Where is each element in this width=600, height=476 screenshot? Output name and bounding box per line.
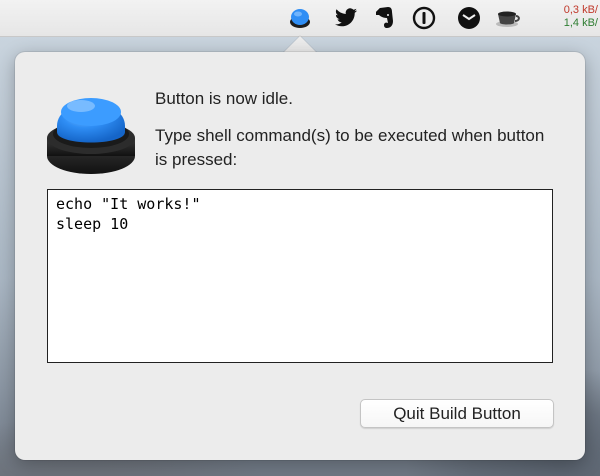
password-icon[interactable] <box>411 5 437 31</box>
blue-button-icon[interactable] <box>287 5 313 31</box>
status-text: Button is now idle. <box>155 89 293 108</box>
evernote-icon[interactable] <box>372 5 398 31</box>
mail-icon[interactable] <box>456 5 482 31</box>
build-button-popover: Button is now idle. Type shell command(s… <box>15 52 585 460</box>
menu-bar: 0,3 kB/ 1,4 kB/ <box>0 0 600 37</box>
coffee-cup-icon[interactable] <box>495 5 521 31</box>
instructions-text: Type shell command(s) to be executed whe… <box>155 126 545 169</box>
quit-button[interactable]: Quit Build Button <box>360 399 554 428</box>
big-blue-button-icon <box>45 82 137 183</box>
command-input[interactable]: echo "It works!" sleep 10 <box>47 189 553 363</box>
twitter-icon[interactable] <box>333 5 359 31</box>
download-rate: 1,4 kB/ <box>563 17 598 29</box>
upload-rate: 0,3 kB/ <box>563 4 598 16</box>
network-monitor: 0,3 kB/ 1,4 kB/ <box>564 4 598 30</box>
popover-arrow <box>283 36 317 53</box>
